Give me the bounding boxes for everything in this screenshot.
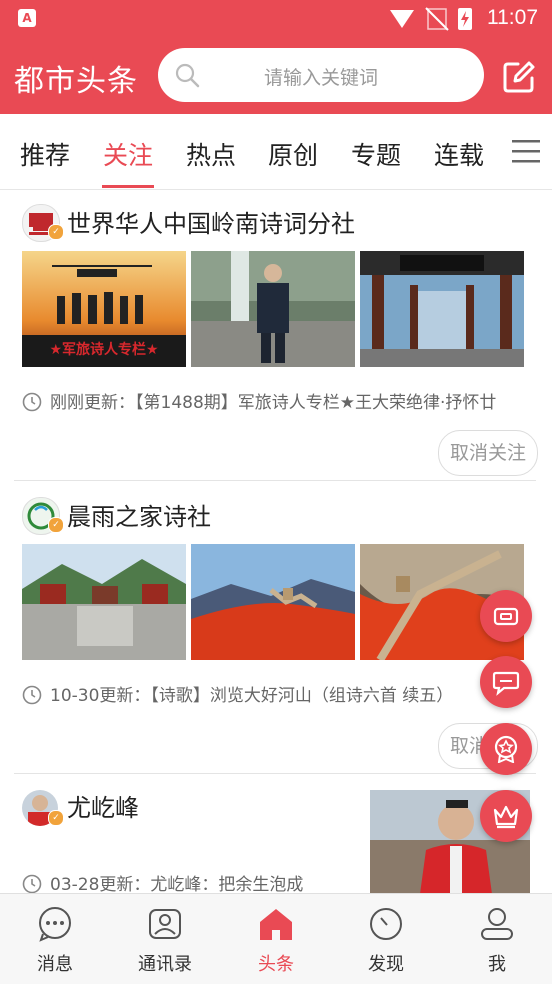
verified-badge-icon: ✓ [48,810,64,826]
box-icon [493,607,519,626]
channel-name[interactable]: 尤屹峰 [67,788,139,823]
search-placeholder: 请输入关键词 [263,67,378,89]
thumbnail-image[interactable] [22,544,186,660]
status-bar: A 11:07 [0,0,552,38]
nav-label: 头条 [258,954,294,975]
active-tab-indicator [102,185,154,188]
status-time: 11:07 [487,6,538,29]
clock-icon [22,874,42,893]
channel-name[interactable]: 世界华人中国岭南诗词分社 [67,204,355,239]
update-line: 03-28更新：尤屹峰：把余生泡成 [22,870,352,893]
tab-special[interactable]: 专题 [351,136,401,172]
feed-card[interactable]: ✓ 晨雨之家诗社 10-30更新：【诗歌】浏览大好河山（组诗六首 续五） [0,481,552,774]
thumbnail-image[interactable]: ★军旅诗人专栏★ [22,251,186,367]
unfollow-button[interactable]: 取消关注 [438,430,538,476]
profile-icon [481,908,513,940]
clock-icon [22,685,42,705]
award-badge-icon [494,735,518,763]
nav-me[interactable]: 我 [442,894,552,984]
nav-label: 我 [488,954,506,975]
update-line: 10-30更新：【诗歌】浏览大好河山（组诗六首 续五） [22,681,522,706]
vip-button[interactable] [480,790,532,842]
menu-icon[interactable] [512,138,540,164]
channel-name[interactable]: 晨雨之家诗社 [67,497,211,532]
update-text: 10-30更新：【诗歌】浏览大好河山（组诗六首 续五） [50,686,454,706]
thumbnail-banner-text: ★军旅诗人专栏★ [49,342,159,358]
bottom-navigation: 消息 通讯录 头条 发现 我 [0,893,552,984]
tab-following[interactable]: 关注 [103,136,153,172]
search-bar[interactable]: 请输入关键词 [158,48,484,102]
chat-button[interactable] [480,656,532,708]
app-notification-icon: A [18,9,36,27]
tab-hot[interactable]: 热点 [186,136,236,172]
home-icon [260,909,292,940]
tab-serial[interactable]: 连载 [434,136,484,172]
nav-label: 通讯录 [138,954,192,975]
tab-original[interactable]: 原创 [268,136,318,172]
category-tabs: 推荐 关注 热点 原创 专题 连载 [0,114,552,190]
feed-card[interactable]: ✓ 尤屹峰 03-28更新：尤屹峰：把余生泡成 [0,774,552,893]
thumbnail-image[interactable] [191,251,355,367]
update-text: 03-28更新：尤屹峰：把余生泡成 [50,875,304,893]
thumbnail-image[interactable] [191,544,355,660]
chat-bubble-icon [492,671,520,696]
update-text: 刚刚更新：【第1488期】军旅诗人专栏★王大荣绝律·抒怀廿 [50,393,497,413]
draft-box-button[interactable] [480,590,532,642]
nav-contacts[interactable]: 通讯录 [110,894,220,984]
thumbnail-image[interactable] [360,251,524,367]
verified-badge-icon: ✓ [48,224,64,240]
compass-icon [370,908,402,940]
message-icon [39,907,71,942]
following-feed: ✓ 世界华人中国岭南诗词分社 ★军旅诗人专栏★ 刚刚更新：【第1488期】军旅诗… [0,190,552,893]
nav-discover[interactable]: 发现 [331,894,441,984]
feed-card[interactable]: ✓ 世界华人中国岭南诗词分社 ★军旅诗人专栏★ 刚刚更新：【第1488期】军旅诗… [0,190,552,481]
verified-badge-icon: ✓ [48,517,64,533]
app-title: 都市头条 [14,64,138,99]
crown-icon [493,805,519,829]
nav-headlines[interactable]: 头条 [221,894,331,984]
nav-messages[interactable]: 消息 [0,894,110,984]
clock-icon [22,392,42,412]
edit-icon[interactable] [502,60,536,94]
app-header: 都市头条 请输入关键词 [0,38,552,114]
tab-recommend[interactable]: 推荐 [20,136,70,172]
update-line: 刚刚更新：【第1488期】军旅诗人专栏★王大荣绝律·抒怀廿 [22,388,522,413]
status-icons [390,7,472,31]
nav-label: 消息 [37,954,73,975]
reward-button[interactable] [480,723,532,775]
contacts-icon [149,909,181,939]
nav-label: 发现 [368,954,404,975]
